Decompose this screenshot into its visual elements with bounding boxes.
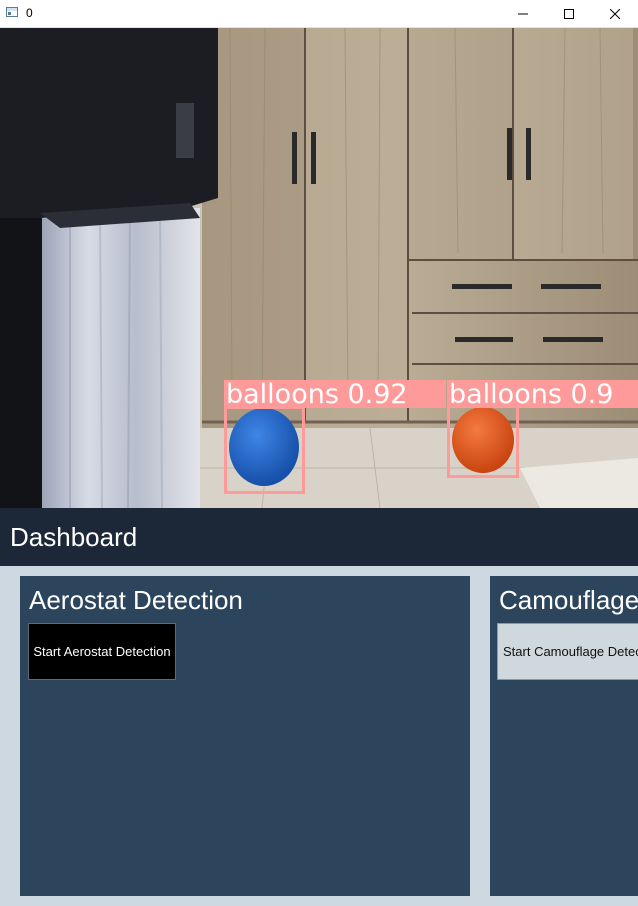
maximize-icon [564, 8, 574, 19]
start-camouflage-detection-button[interactable]: Start Camouflage Detec [497, 623, 638, 680]
detection-label: balloons 0.9 [447, 380, 638, 408]
camera-scene [0, 28, 638, 508]
detection-box [447, 405, 519, 478]
dashboard-header: Dashboard [0, 508, 638, 566]
window-title: 0 [26, 6, 33, 20]
camera-feed: balloons 0.92 balloons 0.9 [0, 28, 638, 508]
minimize-icon [518, 13, 528, 14]
start-aerostat-detection-button[interactable]: Start Aerostat Detection [28, 623, 176, 680]
app-window-icon [6, 7, 18, 17]
close-button[interactable] [592, 0, 638, 27]
detection-label: balloons 0.92 [224, 380, 446, 408]
close-icon [610, 8, 620, 19]
title-bar: 0 [0, 0, 638, 28]
panel-title: Camouflage [499, 585, 638, 615]
app-window: 0 balloons 0.92 balloons 0.9 Dashboard A… [0, 0, 638, 906]
dashboard-title: Dashboard [10, 522, 138, 552]
maximize-button[interactable] [546, 0, 592, 27]
camouflage-detection-panel: Camouflage Start Camouflage Detec [490, 576, 638, 896]
aerostat-detection-panel: Aerostat Detection Start Aerostat Detect… [20, 576, 470, 896]
detection-box [224, 406, 305, 494]
panel-title: Aerostat Detection [29, 585, 243, 615]
minimize-button[interactable] [500, 0, 546, 27]
